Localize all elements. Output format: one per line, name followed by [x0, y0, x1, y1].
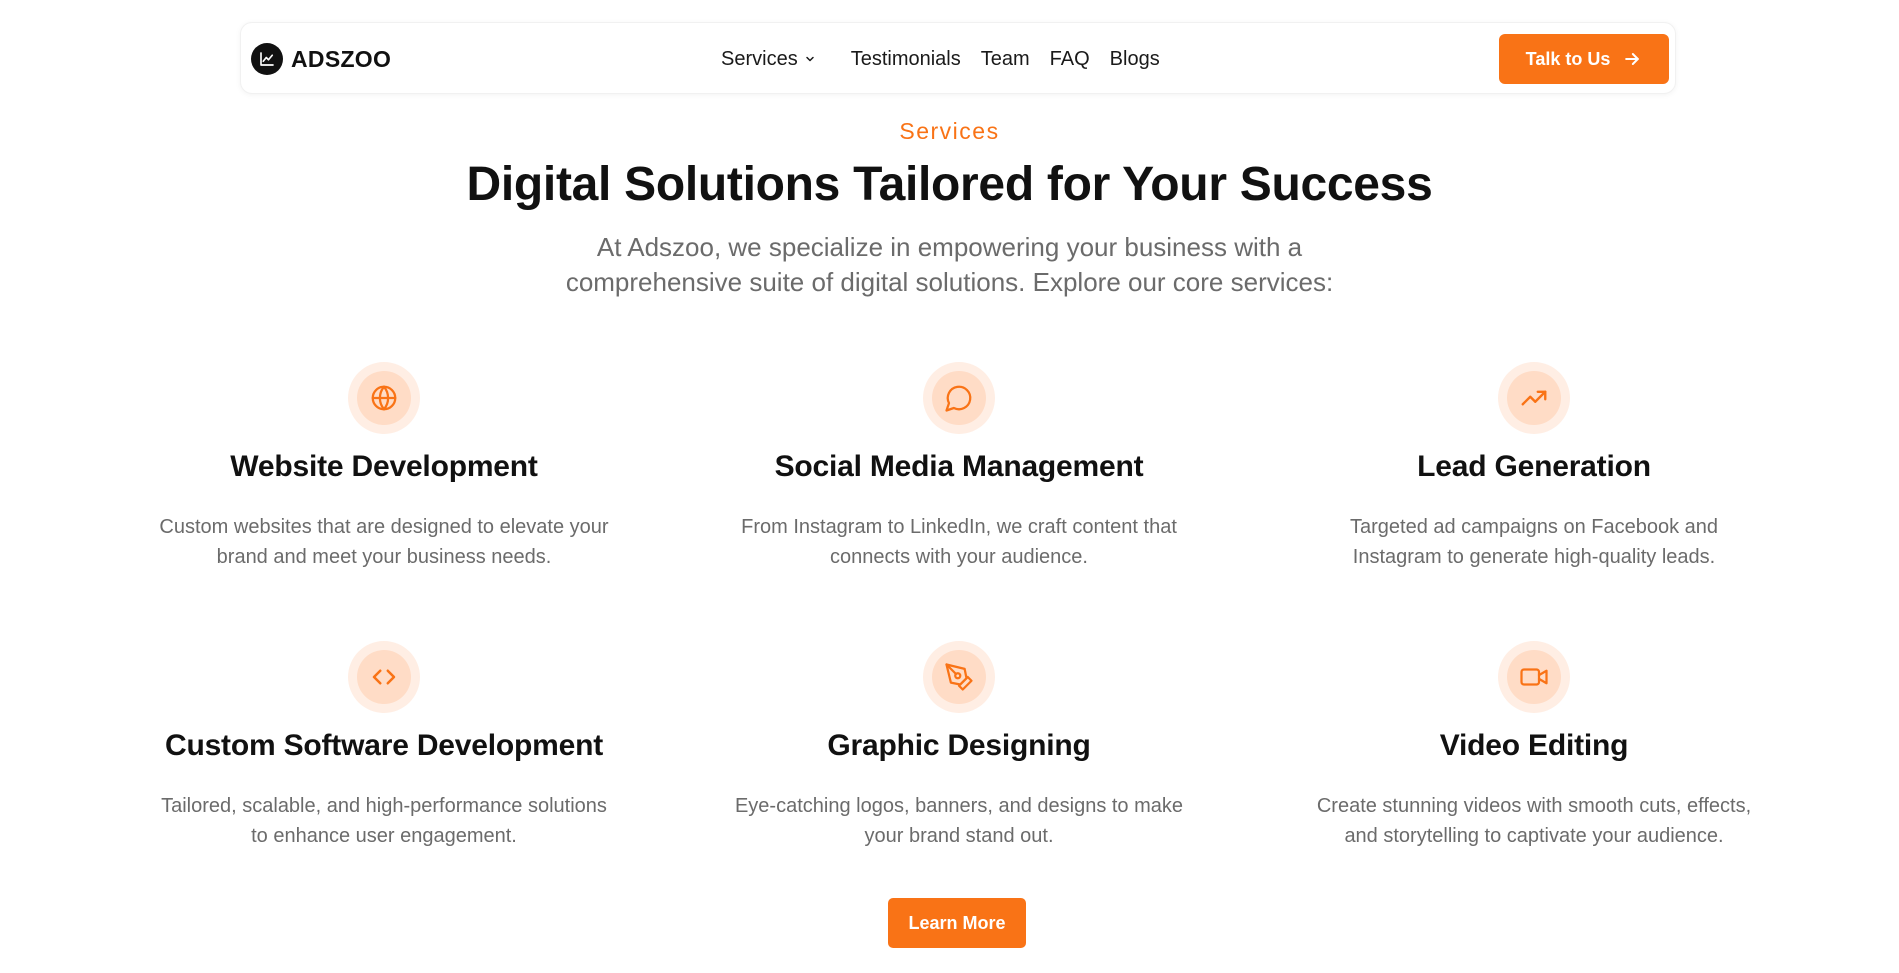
description-line: your brand stand out. [864, 825, 1054, 847]
pen-tool-icon [945, 663, 973, 691]
code-icon [372, 669, 396, 685]
icon-badge [1498, 641, 1570, 713]
main-nav: Services Testimonials Team FAQ Blogs [721, 45, 1160, 73]
section-subtitle: At Adszoo, we specialize in empowering y… [0, 230, 1899, 300]
globe-icon [371, 385, 397, 411]
description-line: Targeted ad campaigns on Facebook and [1349, 516, 1719, 538]
service-card-lead-generation: Lead Generation Targeted ad campaigns on… [1254, 362, 1814, 572]
description-line: and storytelling to captivate your audie… [1344, 825, 1724, 847]
icon-badge [923, 362, 995, 434]
service-description: Custom websites that are designed to ele… [104, 512, 664, 572]
icon-badge [348, 362, 420, 434]
brand-name: ADSZOO [291, 45, 392, 72]
chevron-down-icon [805, 56, 814, 62]
service-card-graphic-designing: Graphic Designing Eye-catching logos, ba… [679, 641, 1239, 851]
service-card-website-development: Website Development Custom websites that… [104, 362, 664, 572]
talk-to-us-label: Talk to Us [1525, 48, 1611, 69]
service-card-video-editing: Video Editing Create stunning videos wit… [1254, 641, 1814, 851]
service-title: Custom Software Development [164, 729, 603, 762]
chat-bubble-icon [945, 385, 972, 412]
top-navbar: ADSZOO Services Testimonials Team FAQ Bl… [240, 22, 1676, 94]
service-card-custom-software-development: Custom Software Development Tailored, sc… [104, 641, 664, 851]
service-description: From Instagram to LinkedIn, we craft con… [679, 512, 1239, 572]
description-line: Tailored, scalable, and high-performance… [161, 795, 607, 817]
trending-up-icon [1521, 390, 1547, 406]
talk-to-us-button[interactable]: Talk to Us [1499, 34, 1669, 84]
icon-badge [1498, 362, 1570, 434]
description-line: brand and meet your business needs. [216, 546, 552, 568]
description-line: Eye-catching logos, banners, and designs… [734, 795, 1184, 817]
subtitle-line: comprehensive suite of digital solutions… [565, 267, 1334, 297]
nav-link-testimonials[interactable]: Testimonials [851, 48, 961, 71]
nav-link-faq[interactable]: FAQ [1050, 48, 1090, 71]
description-line: Instagram to generate high-quality leads… [1352, 546, 1716, 568]
nav-services-label: Services [721, 47, 798, 70]
service-description: Create stunning videos with smooth cuts,… [1254, 791, 1814, 851]
service-title: Lead Generation [1417, 450, 1651, 483]
service-description: Tailored, scalable, and high-performance… [104, 791, 664, 851]
service-title: Social Media Management [774, 450, 1144, 483]
service-card-social-media-management: Social Media Management From Instagram t… [679, 362, 1239, 572]
icon-badge [348, 641, 420, 713]
video-icon [1520, 668, 1548, 686]
description-line: Custom websites that are designed to ele… [159, 516, 609, 538]
description-line: to enhance user engagement. [251, 825, 517, 847]
arrow-right-icon [1622, 49, 1642, 69]
nav-link-team[interactable]: Team [981, 48, 1030, 71]
section-title: Digital Solutions Tailored for Your Succ… [466, 158, 1433, 211]
description-line: From Instagram to LinkedIn, we craft con… [741, 516, 1177, 538]
subtitle-line: At Adszoo, we specialize in empowering y… [596, 232, 1303, 262]
icon-badge [923, 641, 995, 713]
description-line: connects with your audience. [830, 546, 1088, 568]
nav-services-dropdown[interactable]: Services [721, 48, 815, 71]
service-title: Graphic Designing [827, 729, 1091, 762]
chart-logo-icon [251, 43, 283, 75]
service-description: Targeted ad campaigns on Facebook and In… [1254, 512, 1814, 572]
section-eyebrow: Services [899, 118, 1000, 144]
brand-logo[interactable]: ADSZOO [251, 43, 391, 75]
description-line: Create stunning videos with smooth cuts,… [1316, 795, 1752, 817]
learn-more-button[interactable]: Learn More [888, 898, 1026, 948]
service-description: Eye-catching logos, banners, and designs… [679, 791, 1239, 851]
service-title: Video Editing [1439, 729, 1629, 762]
service-title: Website Development [230, 450, 538, 483]
nav-link-blogs[interactable]: Blogs [1110, 48, 1160, 71]
